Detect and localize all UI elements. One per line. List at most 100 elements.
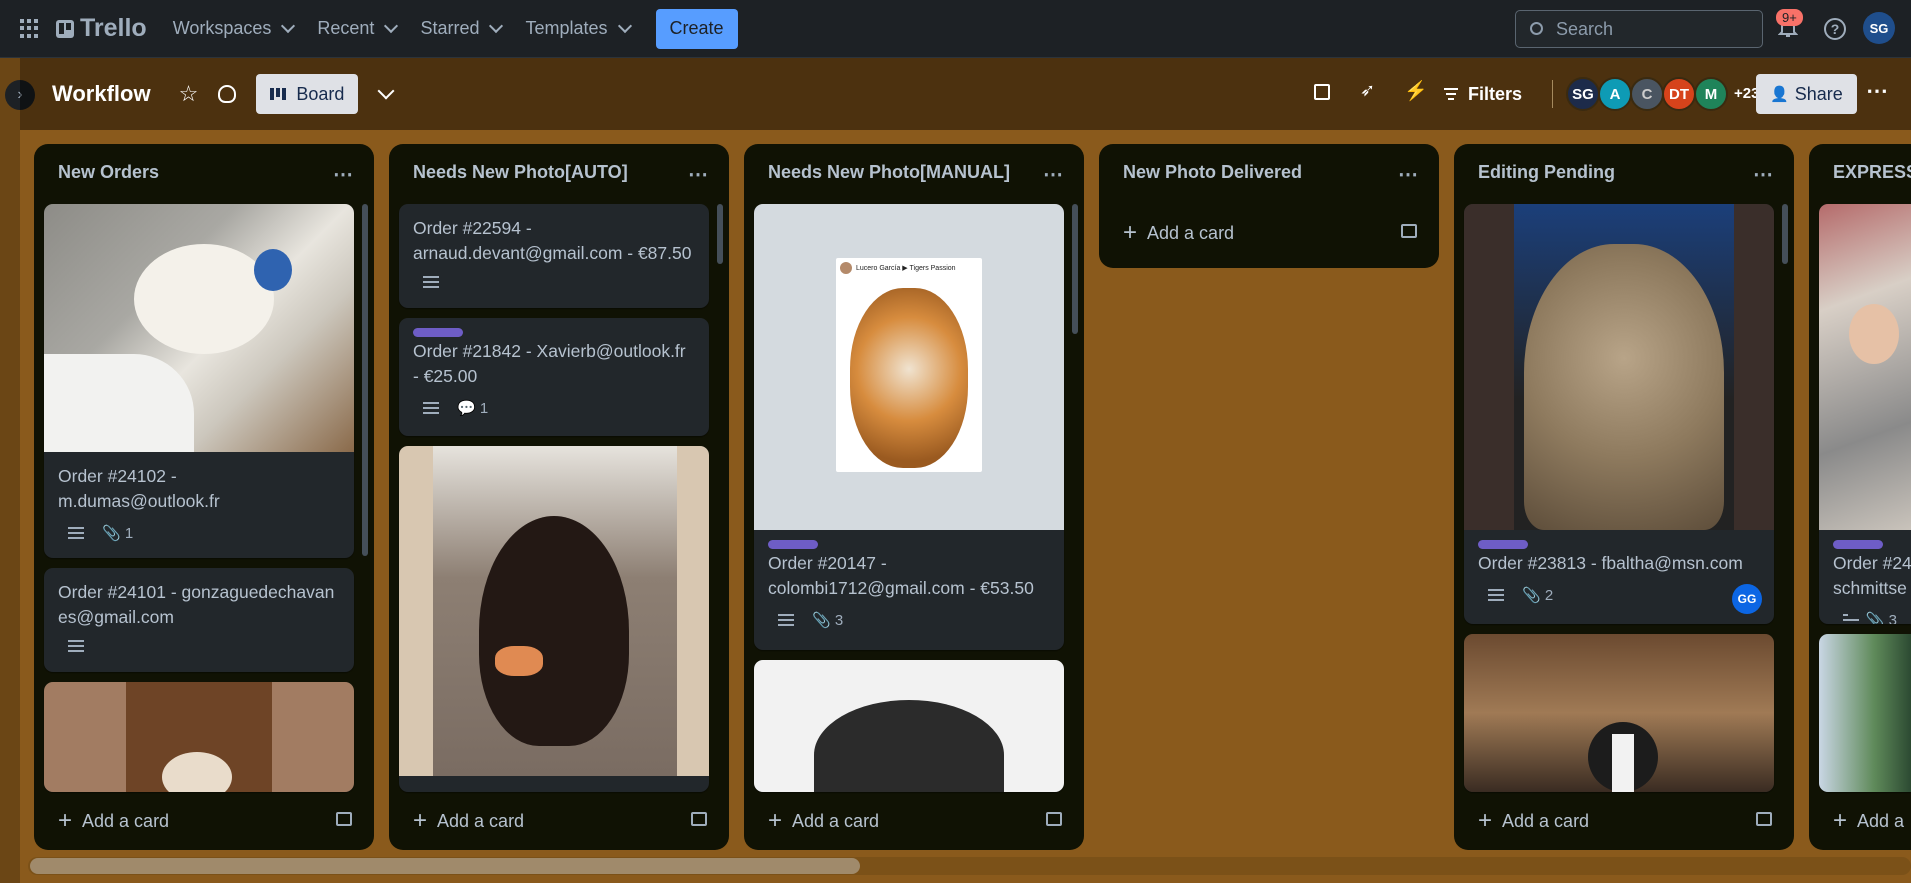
plus-icon: + bbox=[58, 807, 73, 834]
attachment-badge: 📎 3 bbox=[1866, 611, 1897, 624]
user-avatar[interactable]: SG bbox=[1863, 12, 1895, 44]
card-label-purple[interactable] bbox=[1478, 540, 1528, 549]
card-cover-image-dog bbox=[44, 682, 354, 792]
card-cover-image-person bbox=[1819, 204, 1911, 530]
add-card-button[interactable]: + Add a card bbox=[34, 792, 374, 850]
board-header: Workflow ☆ Board ➶ ⚡ Filters SG A C DT M… bbox=[20, 58, 1911, 130]
members-stack[interactable]: SG A C DT M +23 bbox=[1566, 77, 1759, 111]
visibility-icon[interactable] bbox=[218, 85, 237, 103]
list-scrollbar[interactable] bbox=[717, 204, 723, 264]
card-title-line: schmittse bbox=[1833, 578, 1907, 598]
help-icon[interactable]: ? bbox=[1824, 18, 1846, 40]
list-menu-icon[interactable]: ⋯ bbox=[333, 162, 354, 187]
card-title: Order #24102 - m.dumas@outlook.fr bbox=[58, 466, 220, 511]
card-template-icon[interactable] bbox=[336, 812, 352, 826]
board-view-button[interactable]: Board bbox=[256, 74, 359, 114]
list-title[interactable]: Editing Pending bbox=[1478, 162, 1615, 183]
search-placeholder: Search bbox=[1556, 18, 1614, 39]
automation-rocket-icon[interactable]: ➶ bbox=[1360, 80, 1375, 101]
card-template-icon[interactable] bbox=[1756, 812, 1772, 826]
filters-divider bbox=[1552, 80, 1553, 108]
nav-templates[interactable]: Templates bbox=[513, 10, 641, 48]
trello-logo[interactable]: Trello bbox=[56, 14, 147, 43]
card[interactable] bbox=[399, 446, 709, 792]
board-view-icon bbox=[270, 88, 287, 100]
list-title[interactable]: New Photo Delivered bbox=[1123, 162, 1302, 183]
card[interactable] bbox=[754, 660, 1064, 792]
nav-recent[interactable]: Recent bbox=[305, 10, 408, 48]
card[interactable] bbox=[1819, 634, 1911, 792]
list-title[interactable]: Needs New Photo[AUTO] bbox=[413, 162, 628, 183]
list-title[interactable]: New Orders bbox=[58, 162, 159, 183]
card-member-avatar[interactable]: GG bbox=[1732, 584, 1762, 614]
chevron-down-icon bbox=[281, 18, 296, 34]
board-menu-icon[interactable]: ⋯ bbox=[1866, 78, 1888, 104]
search-input[interactable]: Search bbox=[1515, 10, 1763, 48]
power-ups-lightning-icon[interactable]: ⚡ bbox=[1404, 79, 1428, 103]
card[interactable] bbox=[1464, 634, 1774, 792]
filters-button[interactable]: Filters bbox=[1444, 74, 1522, 114]
horizontal-scrollbar-thumb[interactable] bbox=[30, 858, 860, 874]
add-card-button[interactable]: + Add a card bbox=[744, 792, 1084, 850]
nav-workspaces[interactable]: Workspaces bbox=[161, 10, 306, 48]
card[interactable]: Order #22594 - arnaud.devant@gmail.com -… bbox=[399, 204, 709, 308]
nav-label: Workspaces bbox=[172, 18, 272, 38]
top-navigation-bar: Trello Workspaces Recent Starred Templat… bbox=[0, 0, 1911, 58]
create-button[interactable]: Create bbox=[655, 8, 738, 49]
add-card-label: Add a card bbox=[82, 810, 170, 831]
list-new-orders: New Orders ⋯ Order #24102 - m.dumas@outlo… bbox=[34, 144, 374, 850]
filters-label: Filters bbox=[1468, 83, 1523, 104]
add-card-label: Add a card bbox=[792, 810, 880, 831]
list-menu-icon[interactable]: ⋯ bbox=[1043, 162, 1064, 187]
card[interactable]: Order #24102 - m.dumas@outlook.fr 📎 1 bbox=[44, 204, 354, 558]
share-button[interactable]: 👤 Share bbox=[1756, 74, 1857, 114]
list-scrollbar[interactable] bbox=[1072, 204, 1078, 334]
list-menu-icon[interactable]: ⋯ bbox=[1398, 162, 1419, 187]
card[interactable]: Order #21842 - Xavierb@outlook.fr - €25.… bbox=[399, 318, 709, 436]
calendar-icon[interactable] bbox=[1314, 84, 1330, 100]
views-chevron-down-icon[interactable] bbox=[377, 82, 395, 100]
card[interactable] bbox=[44, 682, 354, 792]
add-card-button[interactable]: + Add a card bbox=[1099, 204, 1439, 262]
add-card-button[interactable]: + Add a card bbox=[1454, 792, 1794, 850]
list-menu-icon[interactable]: ⋯ bbox=[688, 162, 709, 187]
card[interactable]: Order #24 schmittse 📎 3 bbox=[1819, 204, 1911, 624]
app-switcher-icon[interactable] bbox=[20, 18, 40, 39]
star-icon[interactable]: ☆ bbox=[179, 81, 199, 107]
image-caption: Lucero García ▶ Tigers Passion bbox=[856, 265, 956, 272]
card-label-purple[interactable] bbox=[1833, 540, 1883, 549]
member-avatar[interactable]: DT bbox=[1662, 77, 1696, 111]
nav-starred[interactable]: Starred bbox=[408, 10, 513, 48]
list-title[interactable]: EXPRESS bbox=[1833, 162, 1911, 183]
attachment-count: 1 bbox=[124, 525, 134, 542]
chevron-down-icon bbox=[617, 18, 632, 34]
card-label-purple[interactable] bbox=[768, 540, 818, 549]
attachment-count: 3 bbox=[1888, 612, 1897, 624]
board-title[interactable]: Workflow bbox=[52, 81, 151, 107]
member-avatar[interactable]: M bbox=[1694, 77, 1728, 111]
description-icon bbox=[778, 614, 794, 626]
card-template-icon[interactable] bbox=[1046, 812, 1062, 826]
list-needs-new-photo-manual: Needs New Photo[MANUAL] ⋯ Lucero García ▶… bbox=[744, 144, 1084, 850]
list-title[interactable]: Needs New Photo[MANUAL] bbox=[768, 162, 1010, 183]
card[interactable]: Order #24101 - gonzaguedechavanes@gmail.… bbox=[44, 568, 354, 672]
card-template-icon[interactable] bbox=[691, 812, 707, 826]
list-scrollbar[interactable] bbox=[1782, 204, 1788, 264]
add-card-button[interactable]: + Add a bbox=[1809, 792, 1911, 850]
card-label-purple[interactable] bbox=[413, 328, 463, 337]
card[interactable]: Order #23813 - fbaltha@msn.com 📎 2 GG bbox=[1464, 204, 1774, 624]
attachment-badge: 📎 1 bbox=[102, 525, 134, 542]
list-new-photo-delivered: New Photo Delivered ⋯ + Add a card bbox=[1099, 144, 1439, 268]
nav-label: Recent bbox=[317, 18, 375, 38]
member-avatar[interactable]: C bbox=[1630, 77, 1664, 111]
add-card-button[interactable]: + Add a card bbox=[389, 792, 729, 850]
card[interactable]: Lucero García ▶ Tigers Passion Order #20… bbox=[754, 204, 1064, 650]
list-menu-icon[interactable]: ⋯ bbox=[1753, 162, 1774, 187]
search-icon bbox=[1530, 22, 1543, 35]
card-template-icon[interactable] bbox=[1401, 224, 1417, 238]
list-scrollbar[interactable] bbox=[362, 204, 368, 556]
card-title: Order #23813 - fbaltha@msn.com bbox=[1478, 553, 1743, 573]
member-avatar[interactable]: SG bbox=[1566, 77, 1600, 111]
chevron-down-icon bbox=[489, 18, 504, 34]
member-avatar[interactable]: A bbox=[1598, 77, 1632, 111]
